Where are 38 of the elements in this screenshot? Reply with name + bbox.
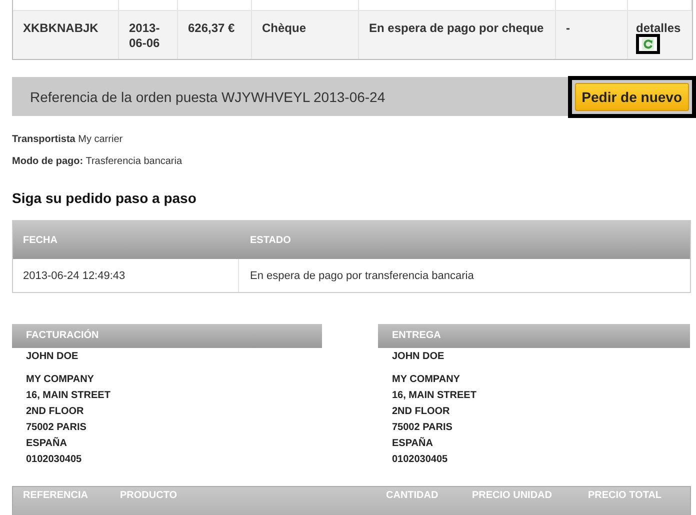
info-line: Modo de pago: Trasferencia bancaria bbox=[12, 156, 184, 167]
address-line: ESPAÑA bbox=[25, 436, 68, 451]
address-line: MY COMPANY bbox=[391, 373, 461, 387]
table-cell: En espera de pago por cheque bbox=[359, 11, 556, 59]
column-header: PRODUCTO bbox=[120, 490, 178, 501]
details-link[interactable]: detalles bbox=[636, 21, 681, 36]
address-line: 2ND FLOOR bbox=[391, 405, 451, 419]
table-cell: 626,37 € bbox=[178, 11, 252, 59]
table-cell-text: En espera de pago por transferencia bancaria bbox=[249, 268, 474, 284]
table-cell: XKBKNABJK bbox=[13, 11, 119, 59]
address-name: JOHN DOE bbox=[391, 351, 446, 363]
reorder-icon[interactable] bbox=[642, 38, 654, 50]
column-header: PRECIO TOTAL bbox=[588, 490, 662, 501]
address-name: JOHN DOE bbox=[25, 351, 80, 363]
table-cell: - bbox=[556, 11, 628, 59]
address-line: 0102030405 bbox=[25, 453, 83, 467]
section-heading: Siga su pedido paso a paso bbox=[12, 190, 198, 206]
table-cell: 2013-06-06 bbox=[119, 11, 178, 59]
column-header: FECHA bbox=[22, 234, 58, 246]
address-line: 0102030405 bbox=[391, 453, 449, 467]
column-header: CANTIDAD bbox=[386, 490, 440, 501]
info-line: Transportista My carrier bbox=[12, 134, 124, 145]
address-line: 16, MAIN STREET bbox=[391, 389, 478, 403]
column-header: ESTADO bbox=[249, 234, 291, 246]
address-line: MY COMPANY bbox=[25, 373, 95, 387]
column-header: PRECIO UNIDAD bbox=[472, 490, 554, 501]
order-reference: Referencia de la orden puesta WJYWHVEYL 2013-06-24 bbox=[30, 88, 386, 104]
address-header: FACTURACIÓN bbox=[12, 324, 322, 348]
column-header: REFERENCIA bbox=[23, 490, 90, 501]
address-line: 16, MAIN STREET bbox=[25, 389, 112, 403]
address-line: ESPAÑA bbox=[391, 436, 434, 451]
table-cell: Chèque bbox=[252, 11, 359, 59]
table-cell: 2013-06-24 12:49:43 bbox=[13, 259, 239, 292]
reorder-button[interactable]: Pedir de nuevo bbox=[574, 82, 689, 110]
address-line: 2ND FLOOR bbox=[25, 405, 85, 419]
address-header: ENTREGA bbox=[378, 324, 690, 348]
address-line: 75002 PARIS bbox=[25, 421, 88, 435]
address-line: 75002 PARIS bbox=[391, 421, 454, 435]
